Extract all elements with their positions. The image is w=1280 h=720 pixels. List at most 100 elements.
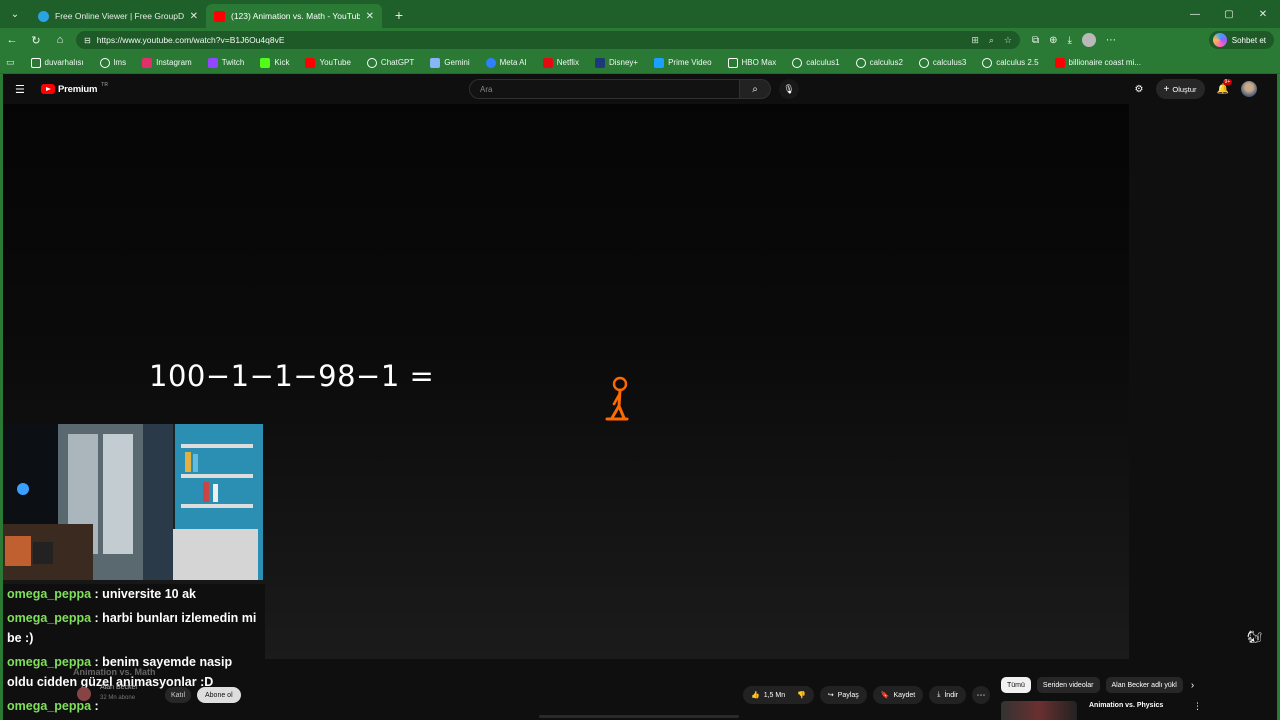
zoom-icon[interactable]: ⌕: [989, 35, 994, 46]
twitch-icon: [207, 57, 218, 68]
download-button[interactable]: ⤓ İndir: [929, 686, 966, 704]
bookmark-label: calculus2: [869, 58, 903, 67]
refresh-icon[interactable]: ↻: [24, 28, 48, 52]
search-input[interactable]: Ara: [469, 79, 739, 99]
chevron-right-icon[interactable]: ›: [1191, 680, 1194, 691]
bookmark-label: duvarhalısı: [44, 58, 84, 67]
new-tab-button[interactable]: +: [388, 4, 410, 26]
copilot-chat-button[interactable]: Sohbet et: [1208, 31, 1274, 49]
bookmark-item[interactable]: billionaire coast mi...: [1047, 57, 1149, 68]
extensions-icon[interactable]: ⧉: [1032, 35, 1039, 46]
close-window-button[interactable]: ✕: [1246, 0, 1280, 28]
collections-icon[interactable]: ⊕: [1049, 35, 1057, 46]
chat-message: omega_peppa : harbi bunları izlemedin mi…: [7, 608, 261, 648]
bookmark-label: calculus1: [806, 58, 840, 67]
emote-icon: 🐿: [1247, 630, 1263, 644]
bookmarks-bar: ▭ duvarhalısı lms Instagram Twitch Kick YouTu…: [0, 52, 1280, 74]
bookmark-item[interactable]: Kick: [252, 57, 297, 68]
chip-channel-uploads[interactable]: Alan Becker adlı yükl: [1105, 677, 1183, 693]
settings-gear-icon[interactable]: ⚙: [1135, 84, 1144, 95]
channel-name[interactable]: Alan Becker: [100, 684, 138, 691]
subscribe-button[interactable]: Abone ol: [197, 687, 241, 703]
download-label: İndir: [944, 691, 958, 699]
bookmark-item[interactable]: Twitch: [200, 57, 253, 68]
save-button[interactable]: 🔖 Kaydet: [872, 686, 924, 704]
more-actions-icon[interactable]: ⋯: [971, 686, 990, 704]
bookmark-item[interactable]: Netflix: [535, 57, 587, 68]
disney-icon: [594, 57, 605, 68]
header-actions: ⚙ + Oluştur 🔔 9+: [1135, 78, 1257, 99]
chat-text: : universite 10 ak: [94, 587, 196, 601]
download-icon[interactable]: ⤓: [1068, 35, 1072, 46]
bookmark-item[interactable]: Instagram: [134, 57, 200, 68]
profile-avatar[interactable]: [1081, 33, 1096, 47]
bookmark-label: Gemini: [444, 58, 470, 67]
youtube-play-logo-icon: [41, 84, 55, 94]
url-text[interactable]: https://www.youtube.com/watch?v=B1J6Ou4q…: [97, 35, 285, 45]
copilot-chat-label: Sohbet et: [1231, 35, 1266, 45]
share-button[interactable]: ↪ Paylaş: [819, 686, 867, 704]
dislike-icon[interactable]: 👎: [797, 691, 806, 699]
bookmark-item[interactable]: calculus1: [784, 57, 847, 68]
recommended-video-title[interactable]: Animation vs. Physics: [1089, 702, 1163, 709]
share-icon: ↪: [827, 692, 834, 699]
bookmark-label: Prime Video: [668, 58, 712, 67]
youtube-header: ☰ Premium TR Ara ⌕ 🎙 ⚙ + Oluştur 🔔 9+: [3, 74, 1277, 104]
groupdocs-favicon-icon: [38, 10, 49, 22]
bookmark-item[interactable]: calculus2: [848, 57, 911, 68]
tab-youtube[interactable]: (123) Animation vs. Math - YouTube ✕: [206, 4, 382, 28]
youtube-logo[interactable]: Premium TR: [41, 82, 108, 95]
browser-tab-strip: ⌄ Free Online Viewer | Free GroupDocs ✕ …: [0, 0, 1280, 28]
menu-icon[interactable]: ☰: [15, 83, 35, 96]
bookmark-item[interactable]: YouTube: [297, 57, 358, 68]
create-button[interactable]: + Oluştur: [1155, 79, 1205, 99]
kick-icon: [260, 57, 271, 68]
close-tab-icon[interactable]: ✕: [366, 11, 374, 22]
bookmark-icon: 🔖: [880, 692, 890, 699]
chip-all[interactable]: Tümü: [1001, 677, 1031, 693]
minimize-button[interactable]: —: [1178, 0, 1212, 28]
bookmark-item[interactable]: duvarhalısı: [23, 57, 92, 68]
notifications-bell-icon[interactable]: 🔔 9+: [1217, 78, 1233, 95]
search-icon[interactable]: ⌕: [739, 79, 771, 99]
bookmark-label: Instagram: [156, 58, 192, 67]
recommended-more-icon[interactable]: ⋮: [1193, 701, 1202, 712]
microphone-icon[interactable]: 🎙: [779, 79, 799, 99]
bookmark-label: ChatGPT: [380, 58, 415, 67]
chip-series[interactable]: Seriden videolar: [1036, 677, 1100, 693]
address-bar[interactable]: ⊟ https://www.youtube.com/watch?v=B1J6Ou…: [76, 31, 1020, 49]
maximize-button[interactable]: ▢: [1212, 0, 1246, 28]
bookmark-item[interactable]: ChatGPT: [359, 57, 422, 68]
bookmark-label: Twitch: [221, 58, 245, 67]
bookmark-item[interactable]: calculus 2.5: [974, 57, 1046, 68]
globe-icon: [982, 57, 993, 68]
favorite-star-icon[interactable]: ☆: [1004, 35, 1012, 46]
more-menu-icon[interactable]: ⋯: [1106, 35, 1116, 46]
recommended-video-thumbnail[interactable]: [1001, 701, 1077, 720]
sidebar-toggle-icon[interactable]: ▭: [6, 57, 15, 68]
bookmark-item[interactable]: lms: [92, 57, 134, 68]
site-info-icon[interactable]: ⊟: [84, 36, 91, 45]
account-avatar[interactable]: [1241, 81, 1257, 97]
bookmark-item[interactable]: Meta AI: [478, 57, 535, 68]
bookmark-item[interactable]: Gemini: [422, 57, 477, 68]
app-install-icon[interactable]: ⊞: [971, 35, 979, 46]
bookmark-item[interactable]: calculus3: [911, 57, 974, 68]
channel-avatar[interactable]: [77, 687, 91, 701]
tab-actions-chevron-icon[interactable]: ⌄: [4, 3, 26, 25]
bookmark-item[interactable]: Prime Video: [646, 57, 719, 68]
close-tab-icon[interactable]: ✕: [190, 11, 198, 22]
tab-groupdocs[interactable]: Free Online Viewer | Free GroupDocs ✕: [30, 4, 206, 28]
bookmark-label: HBO Max: [741, 58, 777, 67]
home-icon[interactable]: ⌂: [48, 28, 72, 52]
back-icon[interactable]: ←: [0, 28, 24, 52]
bookmark-label: Netflix: [556, 58, 579, 67]
bookmark-label: YouTube: [319, 58, 351, 67]
logo-text: Premium: [58, 83, 98, 95]
bookmark-item[interactable]: HBO Max: [720, 57, 785, 68]
join-button[interactable]: Katıl: [165, 687, 192, 703]
bookmark-item[interactable]: Disney+: [587, 57, 646, 68]
orange-stickman-figure: [605, 376, 629, 421]
like-button[interactable]: 👍 1,5 Mn 👎: [743, 686, 814, 704]
chatgpt-icon: [366, 57, 377, 68]
